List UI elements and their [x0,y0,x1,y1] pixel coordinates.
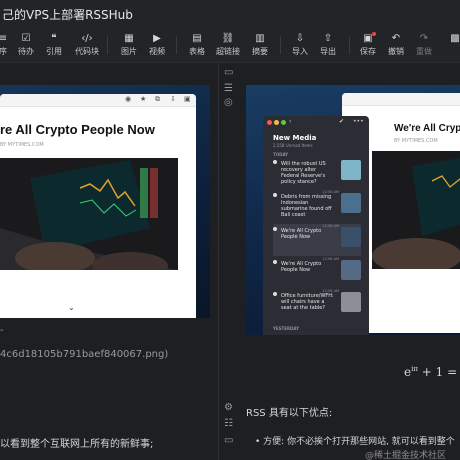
code-icon: ‹/› [81,33,93,44]
toolbar-divider [107,36,108,54]
laptop-illustration [372,151,460,269]
thumbnail [341,160,361,180]
export-icon: ⇧ [323,33,333,44]
browser-window: ◉ ★ ⧉ ⇩ ▣ re All Crypto People Now BY MY… [0,94,196,318]
thumbnail [341,193,361,213]
thumbnail [341,260,361,280]
editor-pane[interactable]: ◉ ★ ⧉ ⇩ ▣ re All Crypto People Now BY MY… [0,63,218,460]
list-item-selected[interactable]: We're All Crypto People Now 12:08 AM [273,224,361,256]
title-bar: 己的VPS上部署RSSHub [0,0,460,29]
preview-article-title: We're All Crypto People Now [394,123,460,134]
app-title: New Media [273,134,317,142]
table-button[interactable]: ▤ 表格 [182,32,212,57]
unread-dot [273,292,277,296]
thumbnail [341,292,361,312]
save-icon: ▣ [363,33,373,44]
preview-browser-bar [342,93,460,106]
editor-toolbar: ≡ 序 ☑ 待办 ❝ 引用 ‹/› 代码块 ▦ 图片 ▶ 视频 ▤ 表格 ⛓ 超链接 ▥ 摘要 ⇩… [0,28,460,63]
article-source: BY MYTIMES.COM [0,142,44,148]
article-title: re All Crypto People Now [0,122,155,137]
bullet-item: • 方便: 你不必挨个打开那些网站, 就可以看到整个 [255,437,455,447]
redo-icon: ↷ [419,33,429,44]
back-icon: ‹ [289,118,292,125]
toolbar-divider [176,36,177,54]
import-button[interactable]: ⇩ 导入 [285,32,315,57]
unread-dot [273,260,277,264]
window-title: 己的VPS上部署RSSHub [2,8,133,22]
link-icon: ⛓ [221,33,235,44]
summary-button[interactable]: ▥ 摘要 [245,32,275,57]
todo-button[interactable]: ☑ 待办 [11,32,41,57]
summary-icon: ▥ [255,33,265,44]
save-button[interactable]: ▣ 保存 [353,32,383,57]
section-yesterday: YESTERDAY [273,326,299,331]
editor-body-line: 以看到整个互联网上所有的新鲜事; [0,439,154,450]
screenshot-image: ◉ ★ ⧉ ⇩ ▣ re All Crypto People Now BY MY… [0,85,210,318]
minimize-dot [274,120,279,125]
unread-dot [273,160,277,164]
preview-article-source: BY MYTIMES.COM [394,138,438,144]
export-button[interactable]: ⇧ 导出 [313,32,343,57]
import-icon: ⇩ [295,33,305,44]
app-window-controls: ‹ ✔ ••• [263,116,369,128]
thumbnail [341,227,361,247]
outline-icon[interactable]: ▭ [224,67,233,78]
video-button[interactable]: ▶ 视频 [142,32,172,57]
toolbar-divider [349,36,350,54]
download-icon: ⇩ [170,95,176,103]
preview-laptop-photo [372,151,460,269]
list-item[interactable]: Office furniture/WFH: will chairs have a… [273,289,361,321]
check-icon: ✔ [339,118,345,125]
hyperlink-button[interactable]: ⛓ 超链接 [213,32,243,57]
monitor-icon[interactable]: ▭ [224,435,233,446]
checkbox-icon: ☑ [21,33,31,44]
watermark: @稀土掘金技术社区 [365,451,447,460]
list-icon[interactable]: ☷ [224,418,233,429]
toolbar-divider [280,36,281,54]
chevron-down-icon: ⌄ [68,303,75,312]
unread-dot [273,193,277,197]
unread-dot [273,227,277,231]
rss-heading: RSS 具有以下优点: [246,408,333,419]
pane-gutter: ▭ ☰ ◎ ⚙ ☷ ▭ [218,63,242,460]
preview-screenshot: We're All Crypto People Now BY MYTIMES.C… [246,85,460,335]
settings-icon[interactable]: ⚙ [224,402,233,413]
image-icon: ▦ [124,33,134,44]
undo-icon: ↶ [391,33,401,44]
reader-icon: ◉ [125,95,132,103]
browser-bar: ◉ ★ ⧉ ⇩ ▣ [0,94,196,107]
toc-icon[interactable]: ☰ [224,83,233,94]
star-icon: ★ [140,95,147,103]
quote-button[interactable]: ❝ 引用 [39,32,69,57]
quote-icon: ❝ [51,33,57,44]
more-icon: ••• [353,118,364,125]
image-button[interactable]: ▦ 图片 [114,32,144,57]
tab-icon: ⧉ [155,95,160,103]
preview-icon[interactable]: ◎ [224,97,233,108]
image-markdown-path: 4c6d18105b791baef840067.png) [0,349,169,360]
grid-icon: ▩ [450,33,460,44]
redo-button[interactable]: ↷ 重做 [409,32,439,57]
laptop-illustration [0,158,178,270]
app-unread-count: 2,558 Unread Items [273,143,313,148]
preview-pane: We're All Crypto People Now BY MYTIMES.C… [241,63,460,460]
table-icon: ▤ [192,33,202,44]
news-app-panel: ‹ ✔ ••• New Media 2,558 Unread Items TOD… [263,116,369,335]
code-block-button[interactable]: ‹/› 代码块 [72,32,102,57]
list-item[interactable]: Will the robust US recovery alter Federa… [273,157,361,189]
unsaved-dot [372,32,376,36]
more-button[interactable]: ▩ [440,32,460,45]
video-icon: ▶ [153,33,161,44]
math-formula: eiπ + 1 = 0 [404,365,460,379]
close-dot [267,120,272,125]
undo-button[interactable]: ↶ 撤销 [381,32,411,57]
list-item[interactable]: We're All Crypto People Now 12:08 AM [273,257,361,289]
laptop-photo [0,158,178,270]
maximize-dot [281,120,286,125]
share-icon: ▣ [184,95,191,103]
image-markdown-line: - [0,325,4,336]
list-item[interactable]: Debris from missing Indonesian submarine… [273,190,361,222]
